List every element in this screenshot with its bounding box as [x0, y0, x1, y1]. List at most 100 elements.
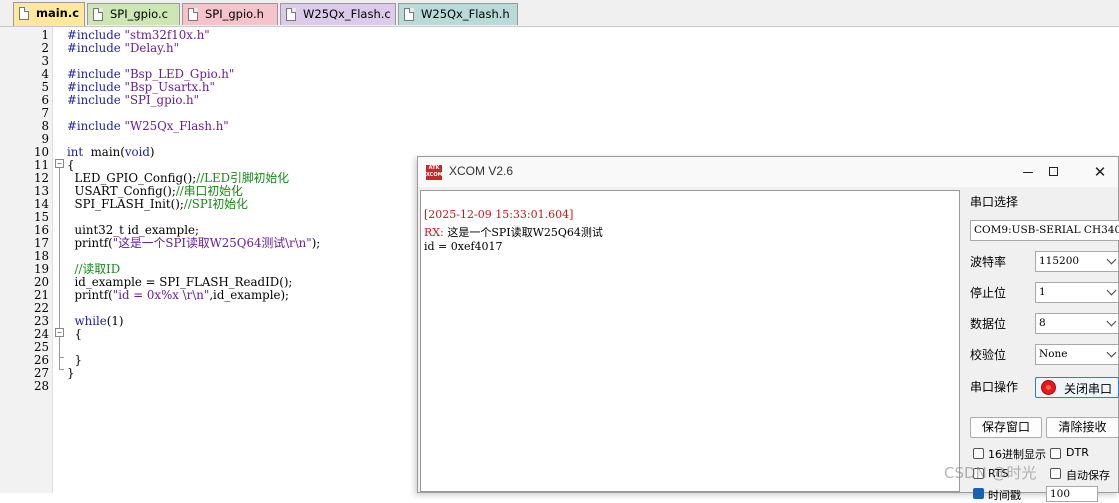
code-token: ,id_example);	[209, 288, 290, 302]
tab-label: SPI_gpio.c	[110, 7, 168, 21]
hex-display-checkbox[interactable]	[973, 448, 984, 459]
code-token: //SPI初始化	[183, 197, 248, 211]
close-button[interactable]: ✕	[1078, 161, 1119, 183]
code-token: printf(	[67, 236, 113, 250]
dtr-label: DTR	[1066, 446, 1089, 459]
data-bits-select[interactable]: 8	[1035, 313, 1119, 334]
code-token: }	[67, 366, 75, 380]
code-token: "Delay.h"	[124, 41, 180, 55]
code-token: "Bsp_Usartx.h"	[124, 80, 215, 94]
receive-area[interactable]: [2025-12-09 15:33:01.604] RX: 这是一个SPI读取W…	[420, 190, 960, 492]
code-token: printf(	[67, 288, 113, 302]
dtr-checkbox[interactable]	[1050, 448, 1061, 459]
rx-timestamp: [2025-12-09 15:33:01.604]	[424, 208, 574, 221]
tab-label: SPI_gpio.h	[205, 7, 264, 21]
file-icon	[93, 8, 103, 21]
tab-spi-gpio-c[interactable]: SPI_gpio.c	[87, 3, 180, 25]
code-token: id_example = SPI_FLASH_ReadID();	[67, 275, 293, 289]
timestamp-input[interactable]: 100	[1046, 486, 1098, 502]
code-token: //读取ID	[67, 262, 121, 276]
chevron-down-icon	[1106, 285, 1117, 296]
close-port-label: 关闭串口	[1064, 382, 1113, 396]
stop-bits-select[interactable]: 1	[1035, 282, 1119, 303]
rx-line: RX: 这是一个SPI读取W25Q64测试	[424, 224, 603, 240]
code-token: {	[67, 158, 75, 172]
xcom-logo-icon: ATK XCOM	[426, 165, 443, 180]
baud-select[interactable]: 115200	[1035, 251, 1119, 272]
code-token: #include	[67, 67, 125, 81]
tab-spi-gpio-h[interactable]: SPI_gpio.h	[182, 3, 278, 25]
line-text: {	[67, 328, 82, 341]
port-select-label: 串口选择	[970, 195, 1019, 209]
auto-save-label: 自动保存	[1066, 469, 1110, 482]
code-token: }	[67, 353, 83, 367]
maximize-button[interactable]	[1032, 161, 1076, 183]
code-line: 9	[0, 133, 1119, 146]
rx-prefix: RX:	[424, 226, 444, 239]
editor-tab-bar: main.c SPI_gpio.c SPI_gpio.h W25Qx_Flash…	[0, 0, 1119, 27]
baud-value: 115200	[1039, 255, 1080, 267]
data-bits-value: 8	[1039, 317, 1046, 329]
line-text: int main(void)	[67, 146, 155, 159]
line-text: #include "SPI_gpio.h"	[67, 94, 199, 107]
line-text: #include "W25Qx_Flash.h"	[67, 120, 229, 133]
file-icon	[19, 7, 29, 20]
port-status-icon	[1042, 381, 1055, 394]
port-op-label: 串口操作	[970, 380, 1019, 394]
data-bits-label: 数据位	[970, 317, 1007, 331]
parity-select[interactable]: None	[1035, 344, 1119, 365]
auto-save-checkbox[interactable]	[1050, 468, 1061, 479]
line-text: printf("id = 0x%x \r\n",id_example);	[67, 289, 289, 302]
stop-bits-label: 停止位	[970, 286, 1007, 300]
window-title: XCOM V2.6	[449, 164, 514, 178]
code-token: //串口初始化	[175, 184, 243, 198]
code-token: SPI_FLASH_Init();	[67, 197, 184, 211]
line-number: 28	[33, 379, 49, 393]
code-token: LED_GPIO_Config();	[67, 171, 197, 185]
timestamp-checkbox[interactable]	[973, 488, 984, 499]
code-token: );	[311, 236, 321, 250]
code-token: "id = 0x%x \r\n"	[112, 288, 210, 302]
code-token: "stm32f10x.h"	[124, 28, 210, 42]
code-token: void	[124, 145, 150, 159]
code-token: (1)	[106, 314, 124, 328]
timestamp-label: 时间戳	[988, 489, 1021, 502]
clear-receive-button[interactable]: 清除接收	[1046, 417, 1119, 438]
close-port-button[interactable]: 关闭串口	[1035, 377, 1119, 398]
code-token: while	[67, 314, 107, 328]
tab-label: main.c	[36, 6, 80, 20]
tab-label: W25Qx_Flash.c	[303, 7, 391, 21]
xcom-window: ATK XCOM XCOM V2.6 ✕ [2025-12-09 15:33:01…	[417, 156, 1119, 502]
port-select[interactable]: COM9:USB-SERIAL CH340	[970, 220, 1119, 241]
chevron-down-icon	[1106, 316, 1117, 327]
line-text: }	[67, 367, 75, 380]
code-token: "W25Qx_Flash.h"	[124, 119, 229, 133]
code-token: #include	[67, 80, 125, 94]
file-icon	[404, 8, 414, 21]
stop-bits-value: 1	[1039, 286, 1046, 298]
code-token: USART_Config();	[67, 184, 176, 198]
parity-label: 校验位	[970, 348, 1007, 362]
code-token: "SPI_gpio.h"	[124, 93, 200, 107]
line-text: SPI_FLASH_Init();//SPI初始化	[67, 197, 248, 211]
port-value: COM9:USB-SERIAL CH340	[974, 224, 1119, 236]
code-token: {	[67, 327, 83, 341]
tab-w25qx-flash-c[interactable]: W25Qx_Flash.c	[280, 3, 396, 25]
timestamp-value: 100	[1050, 488, 1071, 500]
line-text: printf("这是一个SPI读取W25Q64测试\r\n");	[67, 237, 320, 250]
tab-w25qx-flash-h[interactable]: W25Qx_Flash.h	[398, 3, 518, 25]
code-token: #include	[67, 93, 125, 107]
save-window-button[interactable]: 保存窗口	[970, 417, 1042, 438]
file-icon	[286, 8, 296, 21]
line-text: #include "Delay.h"	[67, 42, 179, 55]
code-token: int	[67, 145, 84, 159]
code-token: //LED引脚初始化	[196, 171, 290, 185]
baud-label: 波特率	[970, 255, 1007, 269]
tab-label: W25Qx_Flash.h	[421, 7, 510, 21]
watermark: CSDN @时光	[944, 464, 1037, 482]
xcom-title-bar[interactable]: ATK XCOM XCOM V2.6 ✕	[418, 157, 1118, 187]
tab-main-c[interactable]: main.c	[13, 2, 85, 26]
settings-panel: 串口选择 COM9:USB-SERIAL CH340 波特率 115200 停止…	[968, 190, 1119, 502]
code-line: 8 #include "W25Qx_Flash.h"	[0, 120, 1119, 133]
hex-display-label: 16进制显示	[988, 448, 1046, 461]
